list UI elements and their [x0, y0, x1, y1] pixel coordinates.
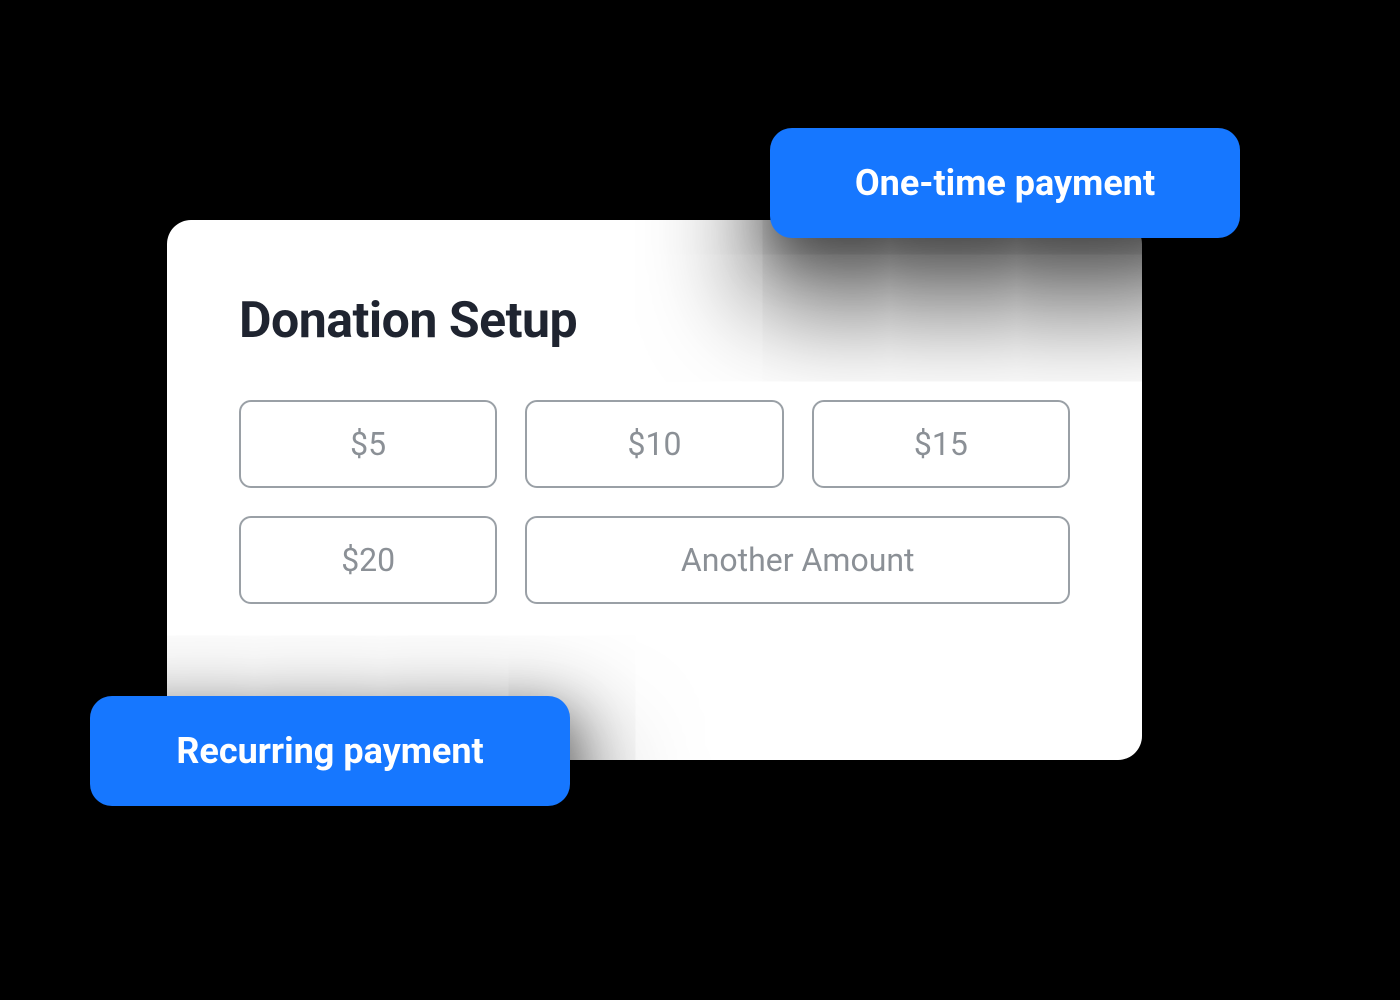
amount-option-other[interactable]: Another Amount [525, 516, 1070, 604]
amount-grid: $5 $10 $15 $20 Another Amount [239, 400, 1070, 604]
recurring-payment-label: Recurring payment [176, 730, 483, 772]
one-time-payment-label: One-time payment [855, 162, 1155, 204]
card-title: Donation Setup [239, 292, 1070, 350]
amount-option-5[interactable]: $5 [239, 400, 497, 488]
amount-option-10[interactable]: $10 [525, 400, 783, 488]
recurring-payment-button[interactable]: Recurring payment [90, 696, 570, 806]
amount-option-label: $20 [341, 541, 395, 579]
amount-option-label: $15 [914, 425, 968, 463]
amount-option-20[interactable]: $20 [239, 516, 497, 604]
amount-option-label: Another Amount [681, 541, 915, 579]
amount-option-15[interactable]: $15 [812, 400, 1070, 488]
one-time-payment-button[interactable]: One-time payment [770, 128, 1240, 238]
amount-option-label: $5 [350, 425, 386, 463]
stage: Donation Setup $5 $10 $15 $20 Another Am… [0, 0, 1400, 1000]
amount-option-label: $10 [628, 425, 682, 463]
donation-setup-card: Donation Setup $5 $10 $15 $20 Another Am… [167, 220, 1142, 760]
